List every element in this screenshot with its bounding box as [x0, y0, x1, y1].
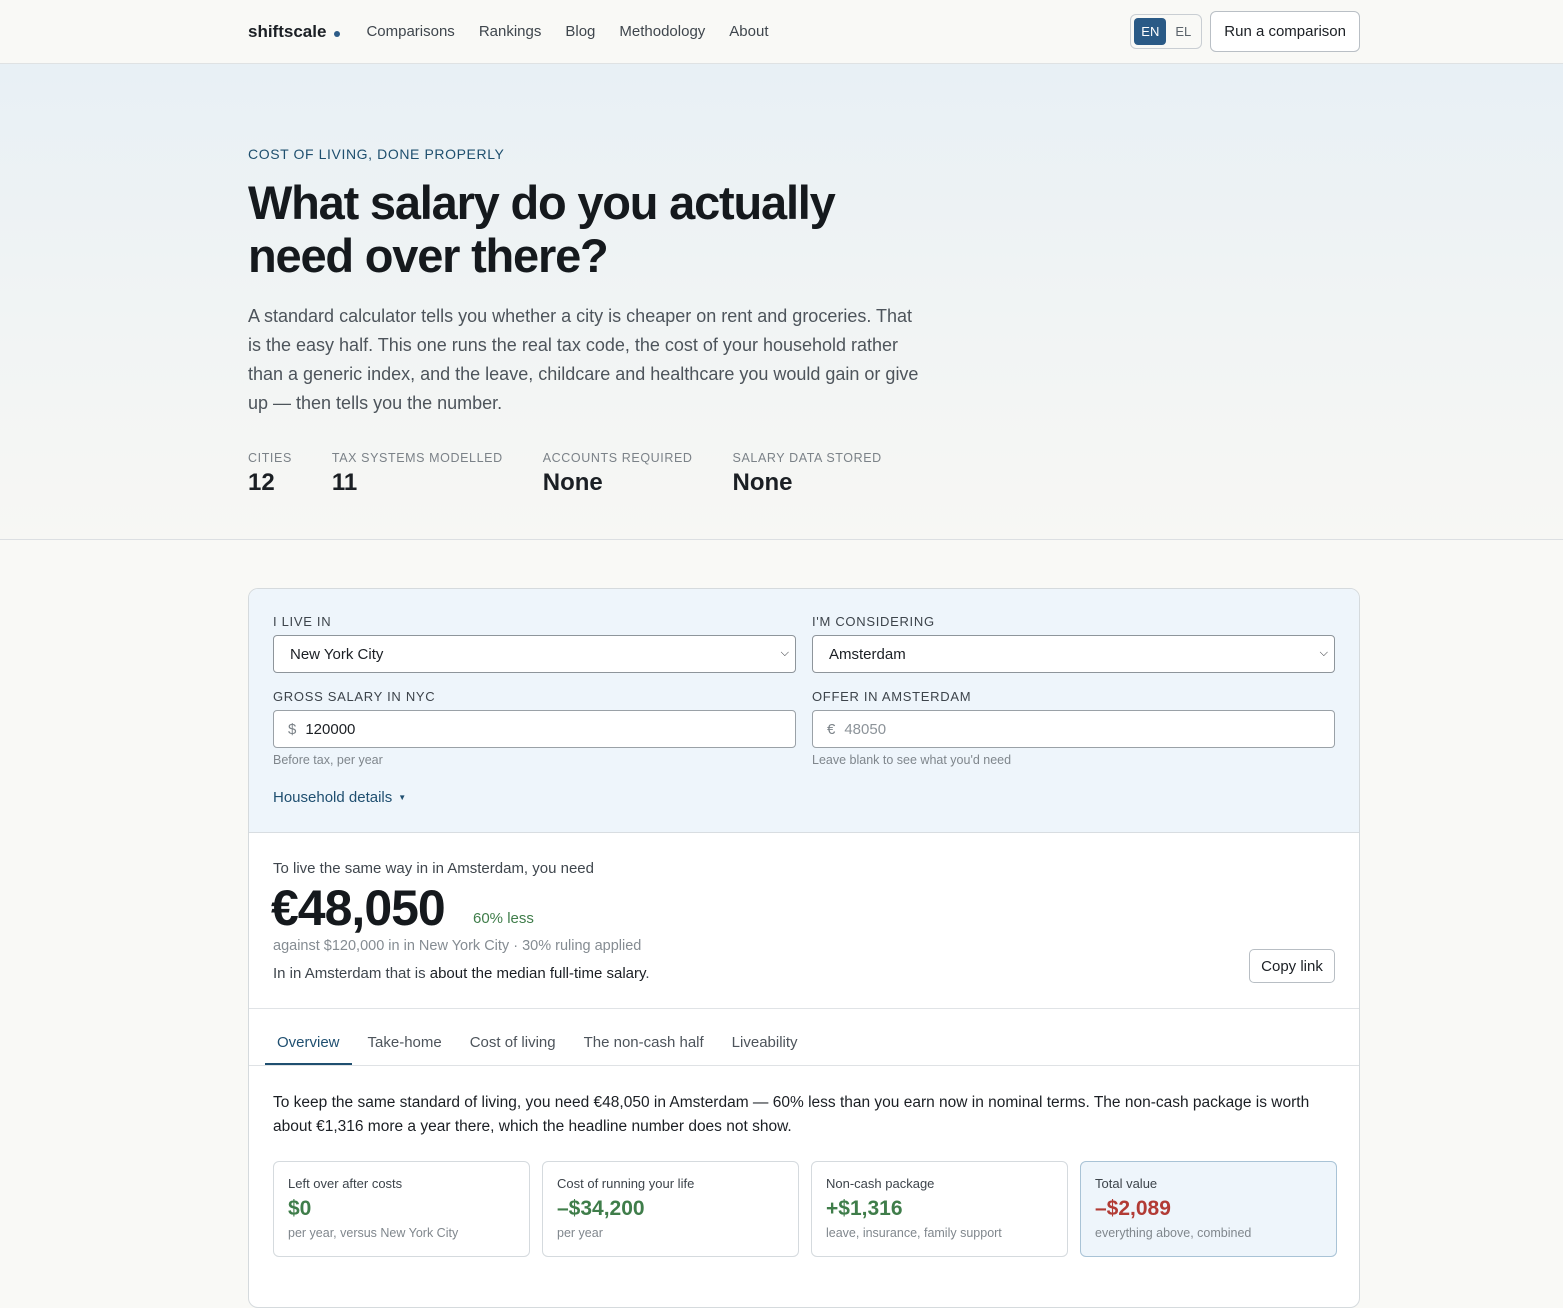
nav-rankings[interactable]: Rankings	[479, 23, 542, 40]
median-emphasis: about the median full-time salary	[429, 965, 646, 982]
tile-cost-of-life: Cost of running your life –$34,200 per y…	[542, 1161, 799, 1257]
stat-salary-data: SALARY DATA STORED None	[732, 451, 882, 496]
summary-tiles: Left over after costs $0 per year, versu…	[273, 1161, 1337, 1257]
result-delta: 60% less	[473, 910, 534, 927]
considering-label: I'M CONSIDERING	[812, 614, 935, 629]
logo-text: shiftscale	[248, 21, 327, 41]
euro-currency-icon: €	[827, 720, 836, 738]
stat-accounts: ACCOUNTS REQUIRED None	[542, 451, 693, 496]
result-amount: €48,050	[271, 880, 446, 936]
gross-salary-value: 120000	[305, 720, 356, 738]
result-panel: To live the same way in in Amsterdam, yo…	[249, 833, 1359, 1009]
hero-stats: CITIES 12 TAX SYSTEMS MODELLED 11 ACCOUN…	[248, 451, 922, 497]
household-details-label: Household details	[273, 789, 393, 806]
result-median: In in Amsterdam that is about the median…	[273, 965, 650, 982]
household-details-toggle[interactable]: Household details ▼	[273, 789, 406, 806]
considering-select[interactable]: Amsterdam ⌵	[812, 635, 1335, 673]
tab-overview[interactable]: Overview	[265, 1009, 352, 1065]
tile-total-value: Total value –$2,089 everything above, co…	[1080, 1161, 1337, 1257]
result-against: against $120,000 in in New York City · 3…	[273, 938, 642, 954]
result-lead: To live the same way in in Amsterdam, yo…	[273, 860, 594, 877]
tab-liveability[interactable]: Liveability	[720, 1009, 810, 1065]
nav-comparisons[interactable]: Comparisons	[366, 23, 454, 40]
header-tools: EN EL Run a comparison	[1130, 11, 1360, 52]
tab-non-cash[interactable]: The non-cash half	[572, 1009, 716, 1065]
offer-label: OFFER IN AMSTERDAM	[812, 689, 972, 704]
gross-salary-input[interactable]: $ 120000	[273, 710, 796, 748]
logo[interactable]: shiftscale	[248, 21, 341, 42]
nav-about[interactable]: About	[729, 23, 768, 40]
top-nav-bar: shiftscale Comparisons Rankings Blog Met…	[0, 0, 1563, 64]
offer-input[interactable]: € 48050	[812, 710, 1335, 748]
stat-tax-systems: TAX SYSTEMS MODELLED 11	[331, 451, 503, 496]
hero-eyebrow: COST OF LIVING, DONE PROPERLY	[248, 146, 505, 162]
live-in-label: I LIVE IN	[273, 614, 332, 629]
caret-down-icon: ▼	[398, 793, 407, 802]
hero-lede: A standard calculator tells you whether …	[248, 306, 919, 413]
run-comparison-button[interactable]: Run a comparison	[1210, 11, 1360, 52]
chevron-down-icon: ⌵	[1319, 647, 1328, 659]
logo-dot-icon	[334, 30, 341, 37]
tile-left-over: Left over after costs $0 per year, versu…	[273, 1161, 530, 1257]
language-toggle: EN EL	[1130, 14, 1203, 49]
tab-take-home[interactable]: Take-home	[356, 1009, 454, 1065]
stat-cities: CITIES 12	[248, 451, 292, 496]
tile-non-cash: Non-cash package +$1,316 leave, insuranc…	[811, 1161, 1068, 1257]
gross-salary-hint: Before tax, per year	[273, 753, 383, 767]
chevron-down-icon: ⌵	[780, 647, 789, 659]
tab-cost-of-living[interactable]: Cost of living	[458, 1009, 568, 1065]
lang-en-button[interactable]: EN	[1134, 18, 1167, 45]
offer-hint: Leave blank to see what you'd need	[812, 753, 1012, 767]
gross-salary-label: GROSS SALARY IN NYC	[273, 689, 436, 704]
calculator-form: I LIVE IN New York City ⌵ I'M CONSIDERIN…	[249, 589, 1359, 833]
result-tabs: Overview Take-home Cost of living The no…	[249, 1009, 1359, 1066]
dollar-currency-icon: $	[288, 720, 297, 738]
live-in-value: New York City	[290, 646, 384, 663]
nav-blog[interactable]: Blog	[565, 23, 595, 40]
overview-text: To keep the same standard of living, you…	[273, 1094, 1310, 1135]
copy-link-button[interactable]: Copy link	[1249, 949, 1335, 983]
calculator-card: I LIVE IN New York City ⌵ I'M CONSIDERIN…	[248, 588, 1360, 1308]
lang-el-button[interactable]: EL	[1168, 18, 1198, 45]
considering-value: Amsterdam	[829, 646, 906, 663]
nav-methodology[interactable]: Methodology	[619, 23, 705, 40]
hero-section: COST OF LIVING, DONE PROPERLY What salar…	[0, 64, 1563, 540]
live-in-select[interactable]: New York City ⌵	[273, 635, 796, 673]
main-nav: Comparisons Rankings Blog Methodology Ab…	[366, 23, 768, 40]
hero-title: What salary do you actually need over th…	[248, 176, 836, 282]
offer-placeholder: 48050	[844, 720, 887, 738]
